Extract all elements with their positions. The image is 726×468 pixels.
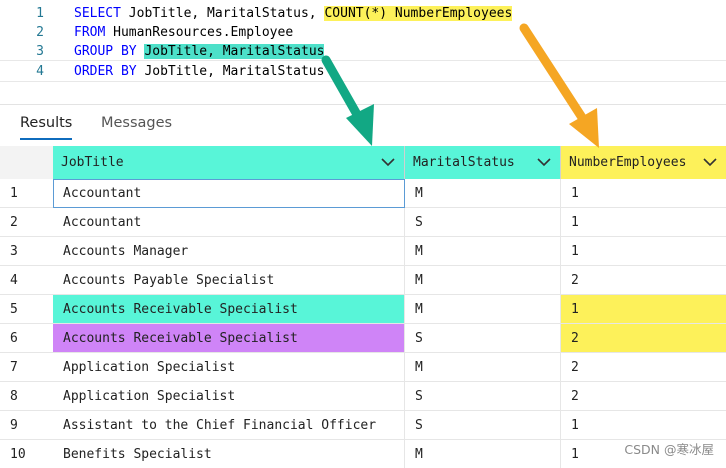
- code-text: ORDER BY JobTitle, MaritalStatus: [74, 61, 324, 83]
- numberemployees-cell[interactable]: 2: [561, 266, 726, 295]
- code-line[interactable]: 4 ORDER BY JobTitle, MaritalStatus: [0, 60, 726, 82]
- table-row[interactable]: 2 Accountant S 1: [0, 208, 726, 237]
- column-header-maritalstatus[interactable]: MaritalStatus: [405, 146, 561, 179]
- sql-keyword: GROUP BY: [74, 44, 137, 59]
- column-header-label: JobTitle: [61, 155, 124, 170]
- table-row[interactable]: 3 Accounts Manager M 1: [0, 237, 726, 266]
- tab-messages[interactable]: Messages: [101, 115, 172, 131]
- tab-results[interactable]: Results: [20, 115, 73, 140]
- jobtitle-cell[interactable]: Assistant to the Chief Financial Officer: [53, 411, 405, 440]
- column-header-numberemployees[interactable]: NumberEmployees: [561, 146, 726, 179]
- chevron-down-icon[interactable]: [702, 154, 718, 170]
- table-row[interactable]: 5 Accounts Receivable Specialist M 1: [0, 295, 726, 324]
- jobtitle-cell[interactable]: Accounts Payable Specialist: [53, 266, 405, 295]
- sql-token: HumanResources.Employee: [105, 25, 294, 40]
- maritalstatus-cell[interactable]: S: [405, 324, 561, 353]
- jobtitle-cell[interactable]: Accounts Manager: [53, 237, 405, 266]
- chevron-down-icon[interactable]: [380, 154, 396, 170]
- sql-keyword: ORDER BY: [74, 64, 137, 79]
- row-number-cell: 6: [0, 324, 53, 353]
- sql-token: JobTitle, MaritalStatus: [144, 44, 325, 59]
- maritalstatus-cell[interactable]: M: [405, 266, 561, 295]
- column-header-label: NumberEmployees: [569, 155, 687, 170]
- table-row[interactable]: 9 Assistant to the Chief Financial Office…: [0, 411, 726, 440]
- jobtitle-cell[interactable]: Accountant: [53, 208, 405, 237]
- jobtitle-cell[interactable]: Accounts Receivable Specialist: [53, 295, 405, 324]
- sql-editor[interactable]: 1 SELECT JobTitle, MaritalStatus, COUNT(*…: [0, 0, 726, 100]
- maritalstatus-cell[interactable]: M: [405, 237, 561, 266]
- maritalstatus-cell[interactable]: S: [405, 208, 561, 237]
- table-row[interactable]: 1 Accountant M 1: [0, 179, 726, 208]
- jobtitle-cell[interactable]: Application Specialist: [53, 382, 405, 411]
- row-number-cell: 7: [0, 353, 53, 382]
- numberemployees-cell[interactable]: 1: [561, 208, 726, 237]
- column-header-jobtitle[interactable]: JobTitle: [53, 146, 405, 179]
- sql-keyword: SELECT: [74, 6, 121, 21]
- result-tabs: Results Messages: [0, 104, 726, 142]
- maritalstatus-cell[interactable]: S: [405, 382, 561, 411]
- maritalstatus-cell[interactable]: M: [405, 179, 561, 208]
- table-row[interactable]: 4 Accounts Payable Specialist M 2: [0, 266, 726, 295]
- jobtitle-cell[interactable]: Accounts Receivable Specialist: [53, 324, 405, 353]
- table-row[interactable]: 10 Benefits Specialist M 1: [0, 440, 726, 468]
- numberemployees-cell[interactable]: 2: [561, 324, 726, 353]
- watermark: CSDN @寒冰屋: [624, 442, 714, 457]
- numberemployees-cell[interactable]: 1: [561, 237, 726, 266]
- sql-token: COUNT(*) NumberEmployees: [324, 6, 513, 21]
- numberemployees-cell[interactable]: 2: [561, 382, 726, 411]
- jobtitle-cell[interactable]: Accountant: [53, 179, 405, 208]
- maritalstatus-cell[interactable]: M: [405, 440, 561, 468]
- sql-keyword: FROM: [74, 25, 106, 40]
- row-number-cell: 3: [0, 237, 53, 266]
- column-header-label: MaritalStatus: [413, 155, 515, 170]
- row-number-cell: 10: [0, 440, 53, 468]
- numberemployees-cell[interactable]: 1: [561, 411, 726, 440]
- row-number-cell: 8: [0, 382, 53, 411]
- row-number-cell: 1: [0, 179, 53, 208]
- row-number-cell: 4: [0, 266, 53, 295]
- row-number-cell: 5: [0, 295, 53, 324]
- numberemployees-cell[interactable]: 2: [561, 353, 726, 382]
- table-row[interactable]: 6 Accounts Receivable Specialist S 2: [0, 324, 726, 353]
- sql-token: JobTitle, MaritalStatus: [136, 64, 325, 79]
- chevron-down-icon[interactable]: [536, 154, 552, 170]
- table-row[interactable]: 7 Application Specialist M 2: [0, 353, 726, 382]
- numberemployees-cell[interactable]: 1: [561, 179, 726, 208]
- row-number-cell: 2: [0, 208, 53, 237]
- jobtitle-cell[interactable]: Application Specialist: [53, 353, 405, 382]
- row-number-cell: 9: [0, 411, 53, 440]
- maritalstatus-cell[interactable]: S: [405, 411, 561, 440]
- jobtitle-cell[interactable]: Benefits Specialist: [53, 440, 405, 468]
- sql-token: JobTitle, MaritalStatus,: [120, 6, 325, 21]
- numberemployees-cell[interactable]: 1: [561, 295, 726, 324]
- line-number: 4: [36, 64, 44, 79]
- maritalstatus-cell[interactable]: M: [405, 353, 561, 382]
- maritalstatus-cell[interactable]: M: [405, 295, 561, 324]
- table-row[interactable]: 8 Application Specialist S 2: [0, 382, 726, 411]
- row-number-header: [0, 146, 53, 179]
